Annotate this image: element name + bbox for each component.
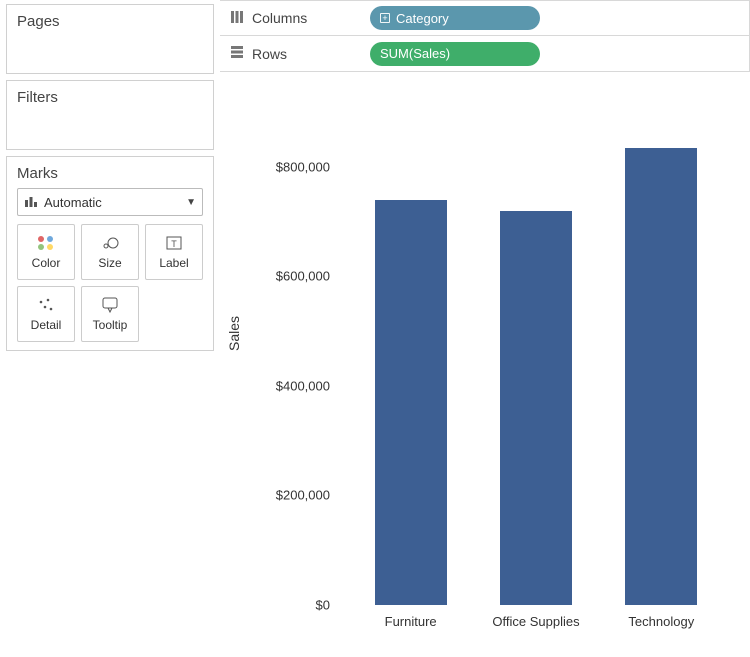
bar[interactable] — [625, 148, 697, 605]
y-axis-title: Sales — [226, 315, 242, 350]
rows-icon — [230, 45, 244, 62]
tooltip-icon — [100, 296, 120, 314]
marks-card: Marks Automatic ▼ Color — [6, 156, 214, 351]
bar[interactable] — [375, 200, 447, 605]
label-icon: T — [164, 234, 184, 252]
expand-icon: + — [380, 13, 390, 23]
marks-tooltip-button[interactable]: Tooltip — [81, 286, 139, 342]
y-tick-label: $0 — [254, 598, 330, 613]
color-icon — [36, 234, 56, 252]
bar[interactable] — [500, 211, 572, 605]
side-panels: Pages Filters Marks Automatic ▼ — [0, 0, 220, 657]
marks-label-label: Label — [159, 256, 188, 270]
worksheet-main: Columns + Category Rows SUM(Sales) Sales — [220, 0, 750, 657]
y-tick-label: $800,000 — [254, 159, 330, 174]
rows-shelf[interactable]: Rows SUM(Sales) — [220, 36, 750, 72]
marks-size-button[interactable]: Size — [81, 224, 139, 280]
filters-shelf[interactable]: Filters — [6, 80, 214, 150]
x-tick-label: Furniture — [361, 614, 461, 629]
bar-chart-icon — [24, 194, 38, 211]
columns-shelf-label: Columns — [252, 10, 307, 26]
marks-detail-label: Detail — [31, 318, 62, 332]
marks-tooltip-label: Tooltip — [93, 318, 128, 332]
x-tick-label: Office Supplies — [486, 614, 586, 629]
svg-text:T: T — [171, 239, 177, 249]
y-tick-label: $600,000 — [254, 269, 330, 284]
rows-pill-sum-sales[interactable]: SUM(Sales) — [370, 42, 540, 66]
columns-shelf[interactable]: Columns + Category — [220, 0, 750, 36]
detail-icon — [36, 296, 56, 314]
marks-size-label: Size — [98, 256, 121, 270]
filters-label: Filters — [7, 81, 213, 114]
pages-label: Pages — [7, 5, 213, 38]
marks-label: Marks — [7, 157, 213, 188]
y-tick-label: $400,000 — [254, 378, 330, 393]
marks-label-button[interactable]: T Label — [145, 224, 203, 280]
mark-type-value: Automatic — [44, 195, 102, 210]
marks-color-button[interactable]: Color — [17, 224, 75, 280]
x-axis: Furniture Office Supplies Technology — [340, 614, 732, 629]
rows-pill-text: SUM(Sales) — [380, 46, 450, 61]
columns-icon — [230, 10, 244, 27]
plot-area: FurnitureOffice SuppliesTechnology — [340, 112, 732, 605]
columns-pill-text: Category — [396, 11, 449, 26]
y-tick-label: $200,000 — [254, 488, 330, 503]
marks-color-label: Color — [32, 256, 61, 270]
columns-pill-category[interactable]: + Category — [370, 6, 540, 30]
rows-shelf-label: Rows — [252, 46, 287, 62]
marks-detail-button[interactable]: Detail — [17, 286, 75, 342]
x-tick-label: Technology — [611, 614, 711, 629]
chevron-down-icon: ▼ — [186, 197, 196, 208]
chart-viewport: Sales $0$200,000$400,000$600,000$800,000… — [220, 72, 750, 657]
pages-shelf[interactable]: Pages — [6, 4, 214, 74]
y-axis[interactable]: $0$200,000$400,000$600,000$800,000 — [260, 112, 336, 605]
mark-type-dropdown[interactable]: Automatic ▼ — [17, 188, 203, 216]
size-icon — [100, 234, 120, 252]
